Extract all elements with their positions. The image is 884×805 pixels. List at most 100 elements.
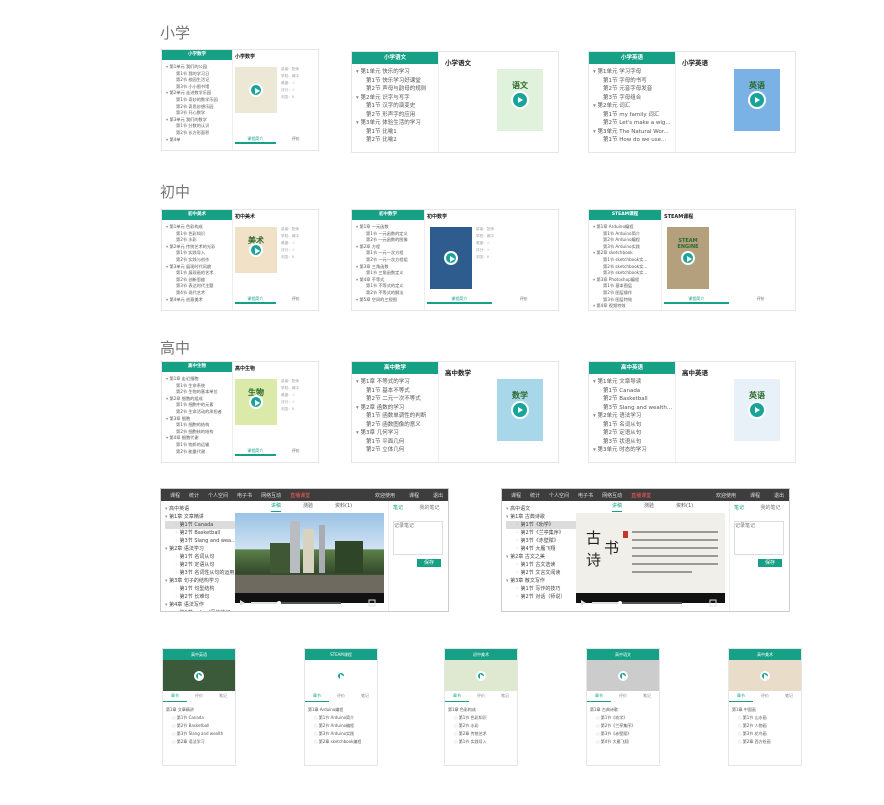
play-icon[interactable] (511, 91, 529, 109)
chapter-item[interactable]: 第1节 Arduino简介 (593, 231, 661, 238)
mobile-chapter-item[interactable]: 第1节 Arduino简介 (308, 714, 374, 722)
play-icon[interactable] (249, 83, 263, 97)
mobile-tab[interactable]: 章节 (729, 693, 753, 702)
note-tab[interactable]: 笔记 (734, 504, 761, 511)
chapter-item[interactable]: 第3单元 时态的学习 (593, 446, 675, 455)
mobile-chapter-item[interactable]: 第2节 Basketball (166, 722, 232, 730)
chapter-item[interactable]: 第2单元 识字与写字 (356, 94, 438, 103)
chapter-item[interactable]: 第4单元 创意美术 (166, 297, 232, 304)
chapter-item[interactable]: 第3节 字母组合 (593, 94, 675, 103)
play-icon[interactable] (249, 243, 263, 257)
nav-right-item[interactable]: 课程 (750, 492, 760, 499)
nav-right-item[interactable]: 欢迎使用 (716, 492, 736, 499)
mobile-tab[interactable]: 笔记 (635, 693, 659, 702)
chapter-item[interactable]: 第1节 一元函数的定义 (356, 231, 424, 238)
nav-item[interactable]: 课程 (170, 492, 180, 499)
play-icon[interactable] (760, 670, 770, 681)
mobile-chapter-item[interactable]: 第1章 文章精讲 (166, 706, 232, 714)
detail-tab[interactable]: 评价 (492, 296, 557, 304)
mobile-tab[interactable]: 笔记 (777, 693, 801, 702)
chapter-item[interactable]: 第3章 散文写作 (506, 577, 576, 585)
course-cover[interactable]: 英语 (734, 69, 780, 131)
chapter-item[interactable]: 第1节 展现画的艺术 (166, 270, 232, 277)
chapter-item[interactable]: 第1节 名词从句 (593, 421, 675, 430)
chapter-item[interactable]: 第3节 表达时代主题 (166, 283, 232, 290)
chapter-item[interactable]: 第2节 Let's make a wig... (593, 119, 675, 128)
chapter-item[interactable]: 第2章 sketchbook (593, 250, 661, 257)
chapter-item[interactable]: 第1节 色彩知识 (166, 231, 232, 238)
chapter-item[interactable]: 第2节 定语从句 (593, 429, 675, 438)
mobile-chapter-item[interactable]: 第2章 sketchbook编程 (308, 738, 374, 746)
mobile-tab[interactable]: 评价 (753, 693, 777, 702)
chapter-item[interactable]: 第2节 长难句 (165, 593, 235, 601)
course-cover[interactable]: 生物 (235, 379, 277, 425)
chapter-item[interactable]: 第1节 实践导入 (166, 250, 232, 257)
chapter-item[interactable]: 第2节 文言文阅读 (506, 569, 576, 577)
mobile-video[interactable] (163, 660, 235, 691)
mobile-chapter-item[interactable]: 第1章 中国画 (732, 706, 798, 714)
chapter-item[interactable]: 第2节 能量代谢 (166, 449, 232, 456)
mobile-video[interactable] (587, 660, 659, 691)
detail-tab[interactable]: 课程简介 (235, 296, 276, 304)
chapter-item[interactable]: 第2节 Basketball (165, 529, 235, 537)
chapter-item[interactable]: 第1节 Canada (593, 387, 675, 396)
nav-right-item[interactable]: 课程 (409, 492, 419, 499)
chapter-item[interactable]: 第4章 语法写作 (165, 601, 235, 609)
chapter-item[interactable]: 第2节 Basketball (593, 395, 675, 404)
mobile-video[interactable] (305, 660, 377, 691)
chapter-item[interactable]: 第2节 Arduino编程 (593, 237, 661, 244)
chapter-item[interactable]: 第2章 古文之美 (506, 553, 576, 561)
chapter-item[interactable]: 第2单元 词汇 (593, 102, 675, 111)
mobile-chapter-item[interactable]: 第2节 水彩 (448, 722, 514, 730)
chapter-item[interactable]: 第1章 古典诗歌 (506, 513, 576, 521)
mobile-tab[interactable]: 评价 (329, 693, 353, 702)
detail-tab[interactable]: 评价 (276, 448, 317, 456)
course-card[interactable]: 小学语文第1单元 快乐的学习第1节 快乐学习好课堂第2节 声母与韵母的规则第2单… (351, 51, 559, 153)
mobile-tab[interactable]: 章节 (587, 693, 611, 702)
chapter-item[interactable]: 第4章 不等式 (356, 277, 424, 284)
chapter-item[interactable]: 第1节 my family 词汇 (593, 111, 675, 120)
chapter-item[interactable]: 第1节 奇妙的数学乐园 (166, 97, 232, 104)
chapter-item[interactable]: 第1节 分数的认识 (166, 123, 232, 130)
chapter-item[interactable]: 第1节 我的学习日 (166, 71, 232, 78)
mobile-chapter-item[interactable]: 第2节《兰亭集序》 (590, 722, 656, 730)
chapter-item[interactable]: 第1节 sketchbook实... (593, 257, 661, 264)
detail-tab[interactable]: 评价 (276, 136, 317, 144)
detail-tab[interactable]: 课程简介 (664, 296, 729, 304)
nav-item[interactable]: 个人空间 (208, 492, 228, 499)
chapter-item[interactable]: 第3单元 我们的数学 (166, 117, 232, 124)
nav-item[interactable]: 统计 (530, 492, 540, 499)
mobile-tab[interactable]: 章节 (305, 693, 329, 702)
player-tab[interactable]: 测验 (644, 502, 654, 512)
nav-right-item[interactable]: 退出 (433, 492, 443, 499)
chapter-item[interactable]: 第2节 长方形面积 (166, 130, 232, 137)
chapter-item[interactable]: 第3节 Slang and wea... (165, 537, 235, 545)
chapter-item[interactable]: 第1章 Arduino编程 (593, 224, 661, 231)
chapter-item[interactable]: 第2章 语法学习 (165, 545, 235, 553)
chapter-item[interactable]: 第3章 句子的结构学习 (165, 577, 235, 585)
play-icon[interactable] (194, 670, 204, 681)
chapter-item[interactable]: 第2节 元音字母发音 (593, 85, 675, 94)
chapter-item[interactable]: 第4章 细胞代谢 (166, 435, 232, 442)
chapter-item[interactable]: 第1节《劝学》 (506, 521, 576, 529)
course-cover[interactable]: 美术 (235, 227, 277, 273)
note-tab[interactable]: 我的笔记 (420, 504, 447, 511)
chapter-item[interactable]: 第3章 三角函数 (356, 264, 424, 271)
mobile-tab[interactable]: 评价 (187, 693, 211, 702)
chapter-item[interactable]: 第2节 对话（师说） (506, 593, 576, 601)
mobile-tab[interactable]: 笔记 (211, 693, 235, 702)
nav-item[interactable]: 电子书 (237, 492, 252, 499)
note-tab[interactable]: 我的笔记 (761, 504, 788, 511)
mobile-tab[interactable]: 章节 (163, 693, 187, 702)
chapter-item[interactable]: 第1单元 文章导读 (593, 378, 675, 387)
chapter-item[interactable]: 第1节 比喻1 (356, 128, 438, 137)
mobile-tab[interactable]: 评价 (611, 693, 635, 702)
chapter-item[interactable]: 第2节 不等式的解法 (356, 290, 424, 297)
progress-bar[interactable] (576, 598, 725, 608)
chapter-item[interactable]: 第1节 细胞中的元素 (166, 402, 232, 409)
nav-item[interactable]: 电子书 (578, 492, 593, 499)
chapter-item[interactable]: 第1单元 色彩构成 (166, 224, 232, 231)
chapter-item[interactable]: 第1节 快乐学习好课堂 (356, 77, 438, 86)
course-cover[interactable]: STEAM ENGINE (667, 227, 709, 289)
chapter-item[interactable]: 第2节 图层操作 (593, 290, 661, 297)
